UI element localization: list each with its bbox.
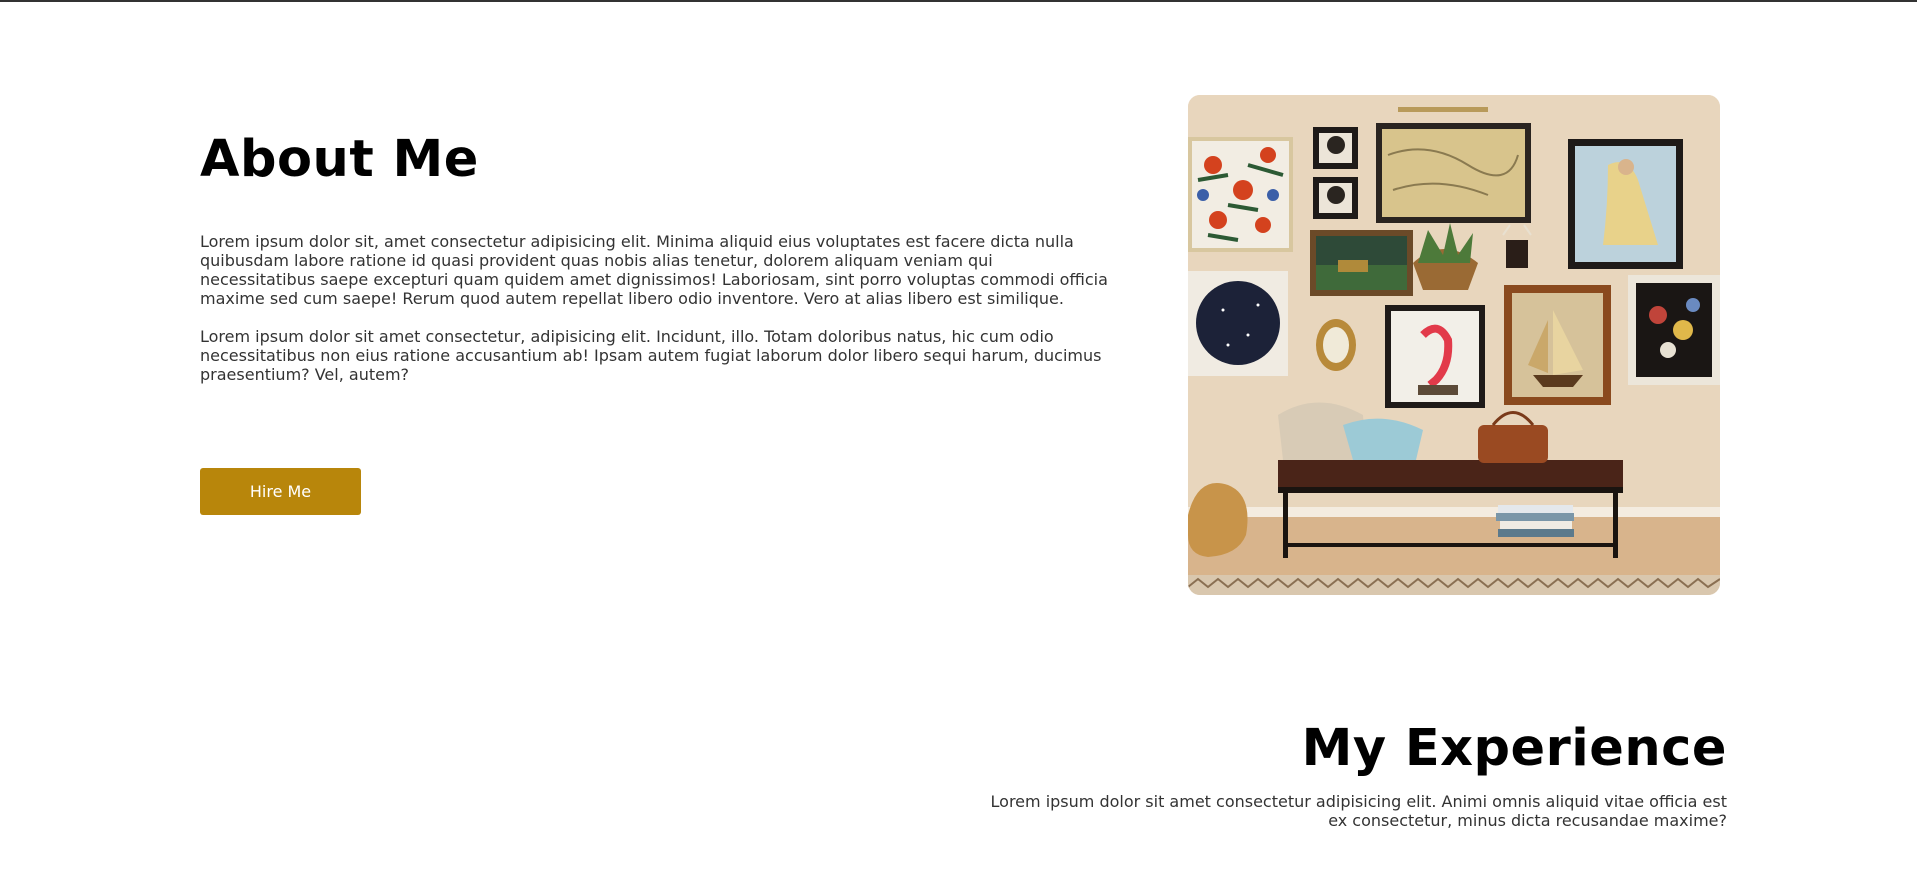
about-paragraph-2: Lorem ipsum dolor sit amet consectetur, … [200, 327, 1102, 384]
about-paragraph-1: Lorem ipsum dolor sit, amet consectetur … [200, 232, 1108, 308]
hire-me-button[interactable]: Hire Me [200, 468, 361, 515]
experience-title: My Experience [1301, 719, 1727, 778]
about-section: About Me Lorem ipsum dolor sit, amet con… [200, 130, 1112, 403]
top-border [0, 0, 1917, 2]
experience-section: My Experience Lorem ipsum dolor sit amet… [967, 718, 1727, 830]
gallery-wall-photo [1188, 95, 1720, 595]
experience-description: Lorem ipsum dolor sit amet consectetur a… [990, 792, 1727, 830]
about-title: About Me [200, 130, 479, 189]
